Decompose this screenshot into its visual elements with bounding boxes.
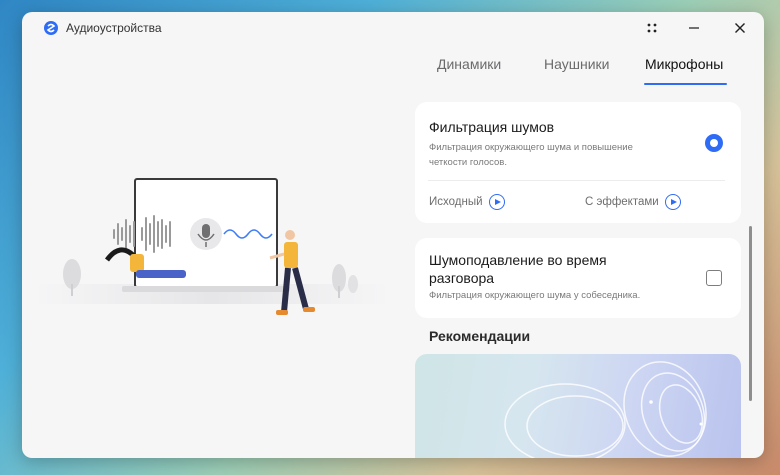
play-icon (664, 194, 681, 210)
active-tab-indicator (644, 83, 727, 85)
play-effects-label: С эффектами (585, 196, 659, 208)
minimize-button[interactable] (684, 18, 704, 38)
call-suppression-description: Фильтрация окружающего шума у собеседник… (429, 290, 641, 301)
app-logo-icon (44, 21, 58, 35)
call-suppression-title-1: Шумоподавление во время (429, 252, 607, 268)
audio-devices-window: Аудиоустройства Динамики Наушники Микроф… (22, 12, 764, 458)
divider (428, 180, 725, 181)
call-suppression-title-2: разговора (429, 270, 495, 286)
device-tabs: Динамики Наушники Микрофоны (422, 56, 752, 86)
play-effects-button[interactable]: С эффектами (585, 194, 681, 210)
tab-microphones[interactable]: Микрофоны (645, 56, 723, 72)
call-noise-suppression-card[interactable]: Шумоподавление во время разговора Фильтр… (415, 238, 741, 318)
grid-dots-icon (647, 23, 657, 33)
noise-filter-card[interactable]: Фильтрация шумов Фильтрация окружающего … (415, 102, 741, 223)
noise-filter-illustration (32, 178, 392, 315)
close-button[interactable] (730, 18, 750, 38)
banner-rings-graphic (504, 361, 707, 458)
noise-filter-radio[interactable] (705, 134, 723, 152)
minimize-icon (689, 27, 699, 29)
tab-headphones[interactable]: Наушники (544, 56, 609, 72)
tab-speakers[interactable]: Динамики (437, 56, 501, 72)
noise-filter-description-1: Фильтрация окружающего шума и повышение (429, 142, 633, 153)
call-suppression-checkbox[interactable] (706, 270, 722, 286)
noise-filter-description-2: четкости голосов. (429, 157, 507, 168)
scrollbar[interactable] (749, 226, 752, 401)
recommendations-heading: Рекомендации (429, 328, 531, 344)
title-bar: Аудиоустройства (22, 12, 764, 44)
snap-layout-button[interactable] (642, 18, 662, 38)
noise-filter-title: Фильтрация шумов (429, 119, 555, 135)
close-icon (735, 23, 745, 33)
play-original-button[interactable]: Исходный (429, 194, 505, 210)
recommendation-banner[interactable] (415, 354, 741, 458)
play-original-label: Исходный (429, 196, 483, 208)
play-icon (488, 194, 505, 210)
window-title: Аудиоустройства (66, 21, 162, 35)
